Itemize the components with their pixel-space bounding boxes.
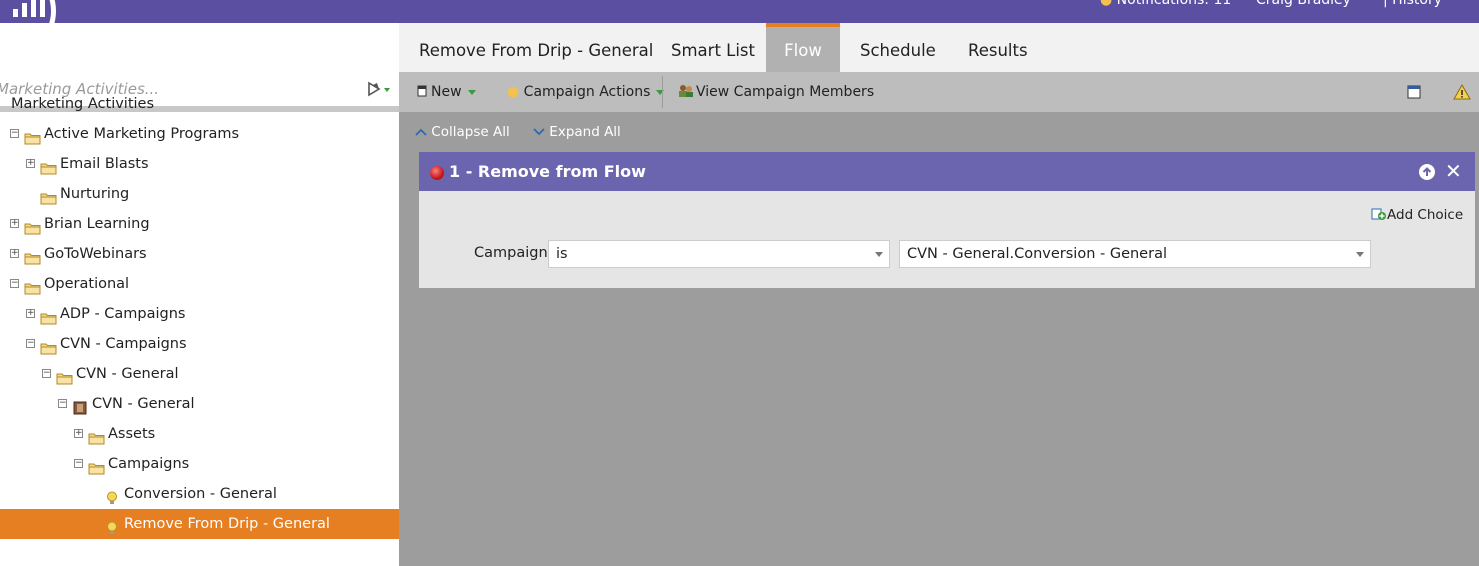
- expand-icon[interactable]: +: [26, 159, 35, 168]
- collapse-icon[interactable]: −: [10, 129, 19, 138]
- tree-item[interactable]: + GoToWebinars: [0, 239, 399, 269]
- flow-canvas: Collapse All Expand All 1 - Remove from …: [399, 112, 1479, 566]
- tree-item-label: Remove From Drip - General: [124, 516, 330, 532]
- tree-root-icon: [0, 96, 9, 110]
- tree-item-label: Assets: [108, 426, 156, 442]
- tree-item-label: Operational: [44, 276, 130, 292]
- tree-item[interactable]: Marketing Activities: [0, 89, 399, 119]
- tree-item[interactable]: Conversion - General: [0, 479, 399, 509]
- campaign-actions-button[interactable]: ● Campaign Actions: [507, 72, 665, 112]
- folder-icon: [24, 276, 41, 295]
- tab-smart-list[interactable]: Smart List: [651, 23, 775, 72]
- folder-icon: [40, 186, 57, 205]
- view-campaign-members-button[interactable]: View Campaign Members: [678, 72, 874, 112]
- notification-icon: ●: [1100, 0, 1113, 8]
- collapse-all-link[interactable]: Collapse All: [415, 124, 510, 140]
- chevron-down-icon: [875, 252, 883, 257]
- new-caret-icon: [467, 89, 476, 95]
- tree-item[interactable]: + Email Blasts: [0, 149, 399, 179]
- tree-item-label: Email Blasts: [60, 156, 149, 172]
- move-up-icon[interactable]: [1419, 164, 1435, 180]
- program-icon: [72, 396, 89, 415]
- window-icon[interactable]: [1407, 85, 1421, 99]
- tree-item[interactable]: Nurturing: [0, 179, 399, 209]
- expand-icon[interactable]: +: [10, 249, 19, 258]
- toolbar-divider: [662, 76, 663, 108]
- tree-item-label: CVN - General: [92, 396, 195, 412]
- expand-all-link[interactable]: Expand All: [533, 124, 621, 140]
- tab-flow[interactable]: Flow: [766, 23, 840, 72]
- lightbulb-icon: ●: [507, 84, 520, 100]
- tree-item-label: CVN - General: [76, 366, 179, 382]
- flow-step-header: 1 - Remove from Flow ✕: [419, 152, 1475, 191]
- operator-select[interactable]: is: [548, 240, 890, 268]
- folder-icon: [56, 366, 73, 385]
- collapse-icon[interactable]: −: [74, 459, 83, 468]
- tree-item[interactable]: Remove From Drip - General: [0, 509, 399, 539]
- folder-icon: [88, 426, 105, 445]
- folder-icon: [24, 246, 41, 265]
- new-document-icon: [417, 85, 427, 97]
- history-icon: |: [1383, 0, 1388, 8]
- toolbar: New ● Campaign Actions View Campaign Mem…: [399, 72, 1479, 112]
- chevron-down-icon: [1356, 252, 1364, 257]
- tree-item[interactable]: − Active Marketing Programs: [0, 119, 399, 149]
- tree-item[interactable]: − CVN - Campaigns: [0, 329, 399, 359]
- stop-icon: [430, 166, 444, 180]
- folder-icon: [40, 156, 57, 175]
- members-icon: [679, 85, 693, 97]
- new-button[interactable]: New: [417, 72, 476, 112]
- warning-icon[interactable]: [1453, 84, 1471, 100]
- history-link[interactable]: | History: [1383, 0, 1442, 8]
- campaign-field-label: Campaign:: [474, 245, 553, 261]
- expand-down-icon: [533, 128, 545, 136]
- lightbulb-icon: [104, 486, 121, 504]
- folder-icon: [88, 456, 105, 475]
- notifications-link[interactable]: ● Notifications: 11: [1100, 0, 1231, 8]
- tab-bar: Remove From Drip - General Smart List Fl…: [399, 23, 1479, 72]
- tree-item[interactable]: + Assets: [0, 419, 399, 449]
- add-choice-button[interactable]: Add Choice: [1371, 207, 1463, 223]
- tree-item[interactable]: − Operational: [0, 269, 399, 299]
- collapse-icon[interactable]: −: [26, 339, 35, 348]
- tree-item-label: Conversion - General: [124, 486, 277, 502]
- top-bar: ● Notifications: 11 Craig Bradley | Hist…: [0, 0, 1479, 52]
- collapse-icon[interactable]: −: [42, 369, 51, 378]
- expand-icon[interactable]: +: [26, 309, 35, 318]
- flow-step-title: 1 - Remove from Flow: [449, 162, 646, 181]
- expand-icon[interactable]: +: [74, 429, 83, 438]
- folder-icon: [24, 126, 41, 145]
- collapse-up-icon: [415, 128, 427, 136]
- tab-results[interactable]: Results: [948, 23, 1048, 72]
- close-icon[interactable]: ✕: [1445, 160, 1462, 182]
- tree-item[interactable]: − Campaigns: [0, 449, 399, 479]
- tree-item[interactable]: + ADP - Campaigns: [0, 299, 399, 329]
- tree-item-label: CVN - Campaigns: [60, 336, 187, 352]
- tree-item[interactable]: − CVN - General: [0, 389, 399, 419]
- collapse-icon[interactable]: −: [10, 279, 19, 288]
- lightbulb-icon: [104, 516, 121, 534]
- collapse-icon[interactable]: −: [58, 399, 67, 408]
- tree-item[interactable]: + Brian Learning: [0, 209, 399, 239]
- tab-program-name[interactable]: Remove From Drip - General: [399, 23, 673, 72]
- tree-item-label: ADP - Campaigns: [60, 306, 186, 322]
- tree-item-label: GoToWebinars: [44, 246, 147, 262]
- folder-icon: [40, 336, 57, 355]
- folder-icon: [40, 306, 57, 325]
- tree-item[interactable]: − CVN - General: [0, 359, 399, 389]
- campaign-value-select[interactable]: CVN - General.Conversion - General: [899, 240, 1371, 268]
- tab-schedule[interactable]: Schedule: [840, 23, 956, 72]
- expand-icon[interactable]: +: [10, 219, 19, 228]
- tree-item-label: Brian Learning: [44, 216, 150, 232]
- folder-icon: [24, 216, 41, 235]
- tree-item-label: Nurturing: [60, 186, 130, 202]
- add-choice-icon: [1371, 208, 1386, 220]
- user-menu[interactable]: Craig Bradley: [1256, 0, 1351, 8]
- tree-item-label: Campaigns: [108, 456, 190, 472]
- campaign-actions-caret-icon: [656, 89, 665, 95]
- flow-step-card: 1 - Remove from Flow ✕ Add Choice Campai…: [419, 152, 1475, 288]
- tree-item-label: Active Marketing Programs: [44, 126, 240, 142]
- tree-item-label: Marketing Activities: [11, 96, 155, 112]
